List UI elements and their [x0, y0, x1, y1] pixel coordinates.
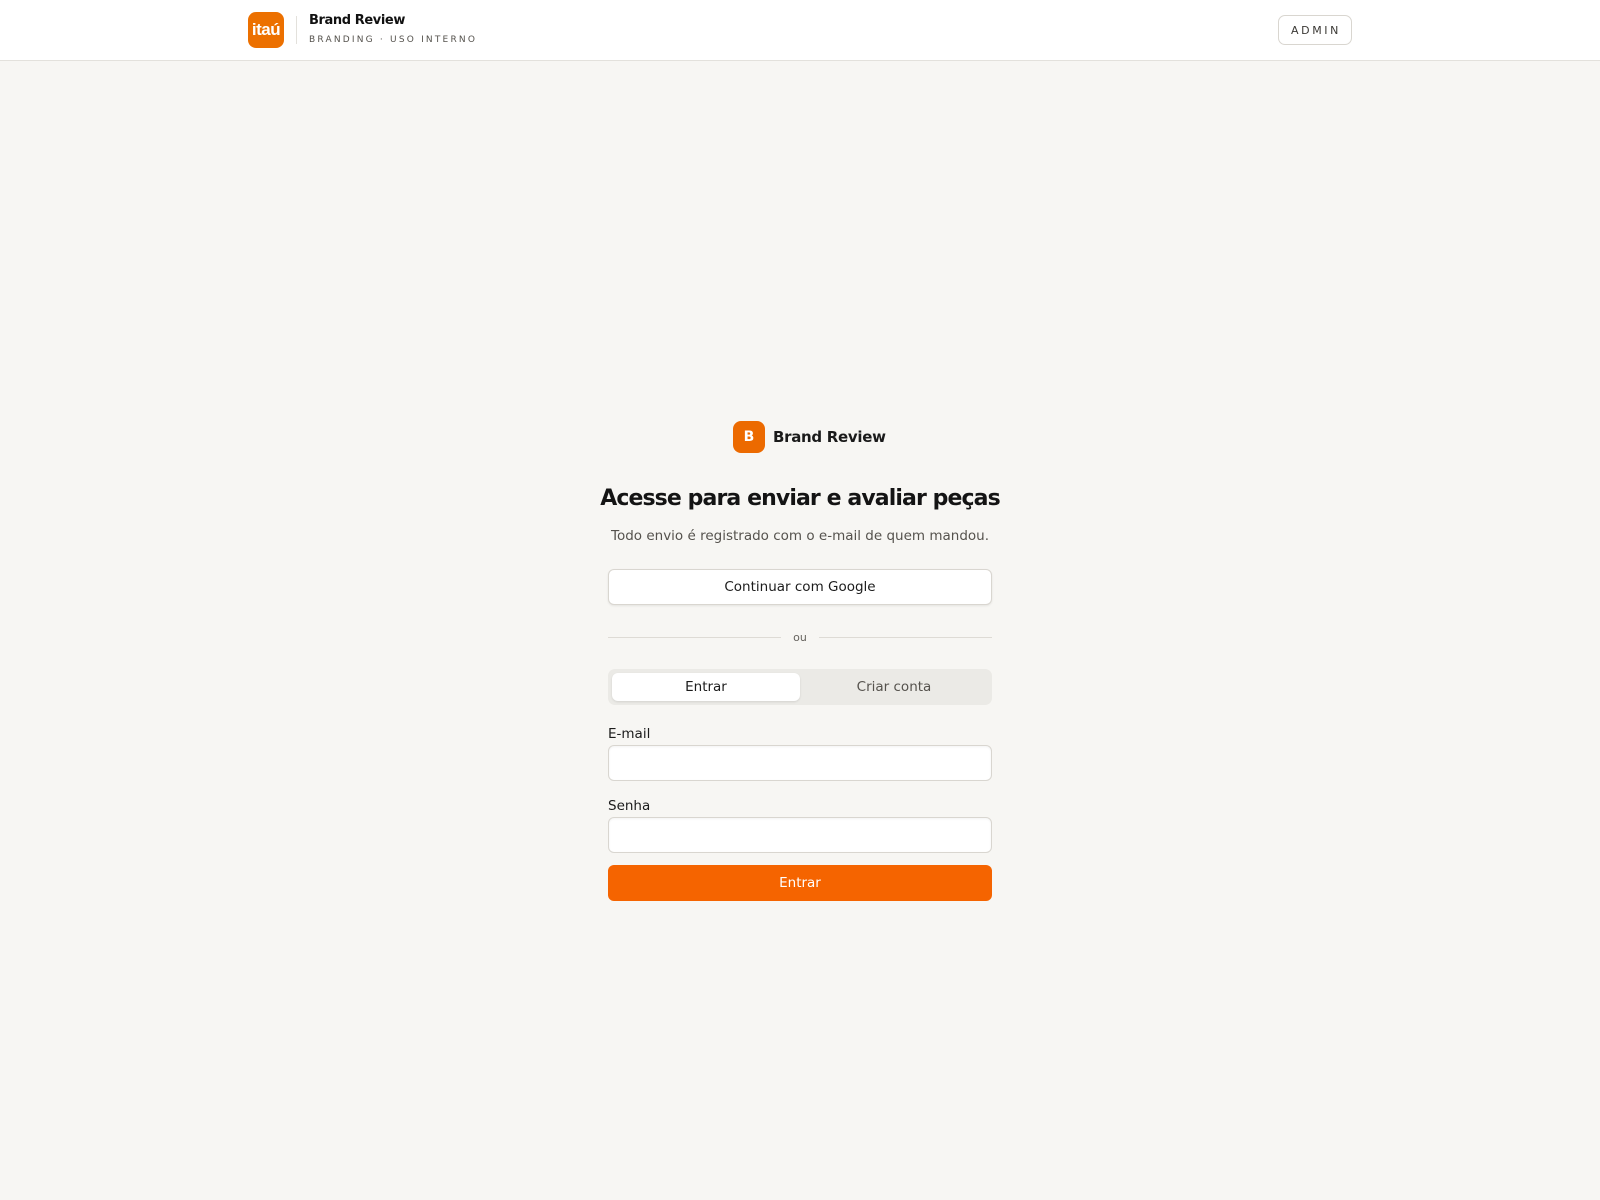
page-subtitle: Todo envio é registrado com o e-mail de …: [611, 528, 989, 544]
password-label: Senha: [608, 798, 651, 814]
divider-or: ou: [793, 631, 807, 644]
password-field[interactable]: [608, 817, 992, 853]
google-signin-button[interactable]: Continuar com Google: [608, 569, 992, 605]
sign-in-button[interactable]: Entrar: [608, 865, 992, 901]
tab-sign-in[interactable]: Entrar: [612, 673, 800, 701]
header-divider: [296, 16, 297, 44]
app-title: Brand Review: [309, 13, 405, 28]
top-bar: itaú Brand Review BRANDING · USO INTERNO…: [0, 0, 1600, 61]
app-subtitle: BRANDING · USO INTERNO: [309, 35, 478, 45]
itau-logo[interactable]: itaú: [248, 12, 284, 48]
tab-create-account[interactable]: Criar conta: [800, 673, 988, 701]
page-title: Acesse para enviar e avaliar peças: [600, 486, 1001, 511]
auth-tabs: Entrar Criar conta: [608, 669, 992, 705]
email-field[interactable]: [608, 745, 992, 781]
brand-review-logo: B: [733, 421, 765, 453]
brand-review-name: Brand Review: [773, 428, 886, 446]
email-label: E-mail: [608, 726, 651, 742]
divider-line-right: [819, 637, 992, 638]
admin-button[interactable]: ADMIN: [1278, 15, 1352, 45]
